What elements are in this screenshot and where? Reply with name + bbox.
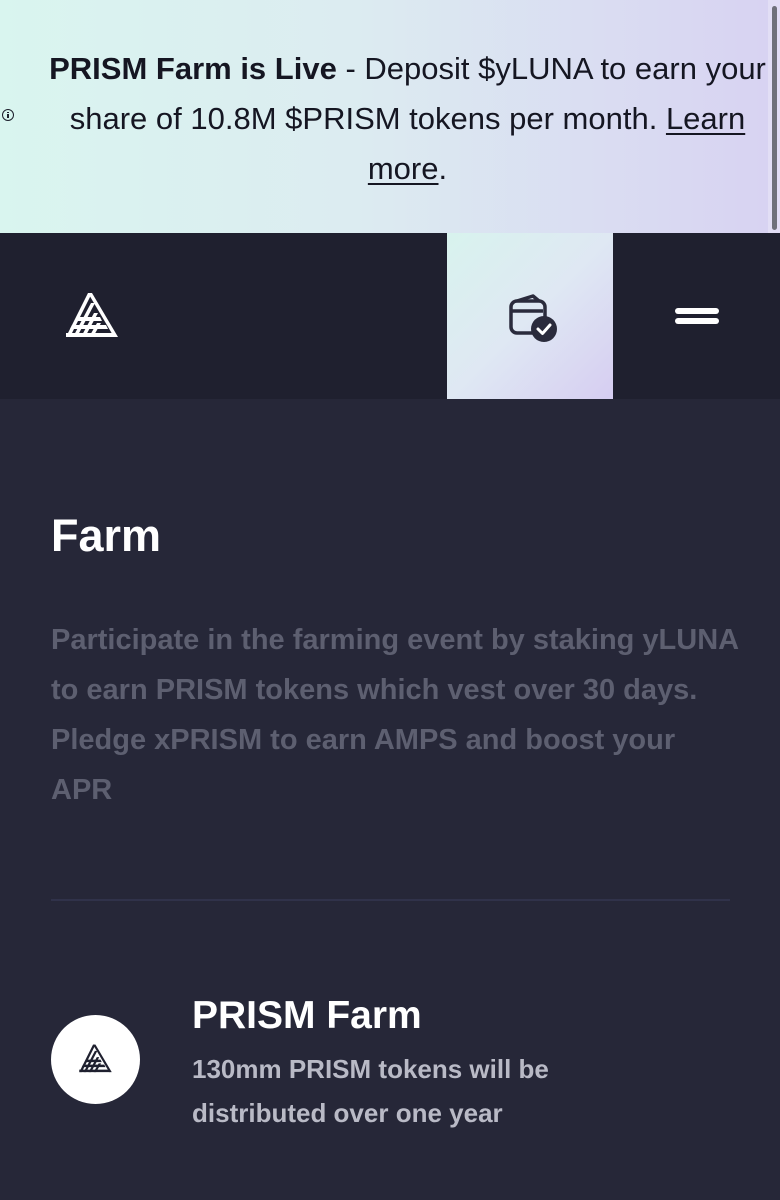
top-navbar xyxy=(0,233,780,399)
scrollbar[interactable] xyxy=(768,0,780,233)
page-title: Farm xyxy=(51,510,162,561)
wallet-connected-icon xyxy=(509,294,557,342)
announcement-banner: PRISM Farm is Live - Deposit $yLUNA to e… xyxy=(0,0,780,233)
wallet-button[interactable] xyxy=(447,233,613,399)
divider xyxy=(51,899,730,901)
prism-logo-icon[interactable] xyxy=(64,291,120,341)
info-icon xyxy=(2,109,14,121)
main-content: Farm Participate in the farming event by… xyxy=(0,399,780,1200)
banner-trailing: . xyxy=(438,151,448,186)
farm-avatar xyxy=(51,1015,140,1104)
farm-description: 130mm PRISM tokens will be distributed o… xyxy=(192,1054,549,1128)
page-description: Participate in the farming event by stak… xyxy=(51,624,739,806)
farm-title: PRISM Farm xyxy=(192,994,422,1037)
banner-text: PRISM Farm is Live - Deposit $yLUNA to e… xyxy=(40,44,775,194)
banner-headline: PRISM Farm is Live xyxy=(49,51,337,86)
farm-card[interactable]: PRISM Farm 130mm PRISM tokens will be di… xyxy=(51,991,741,1141)
banner-separator: - xyxy=(336,51,365,86)
prism-logo-icon xyxy=(79,1044,112,1073)
menu-button[interactable] xyxy=(613,233,780,399)
